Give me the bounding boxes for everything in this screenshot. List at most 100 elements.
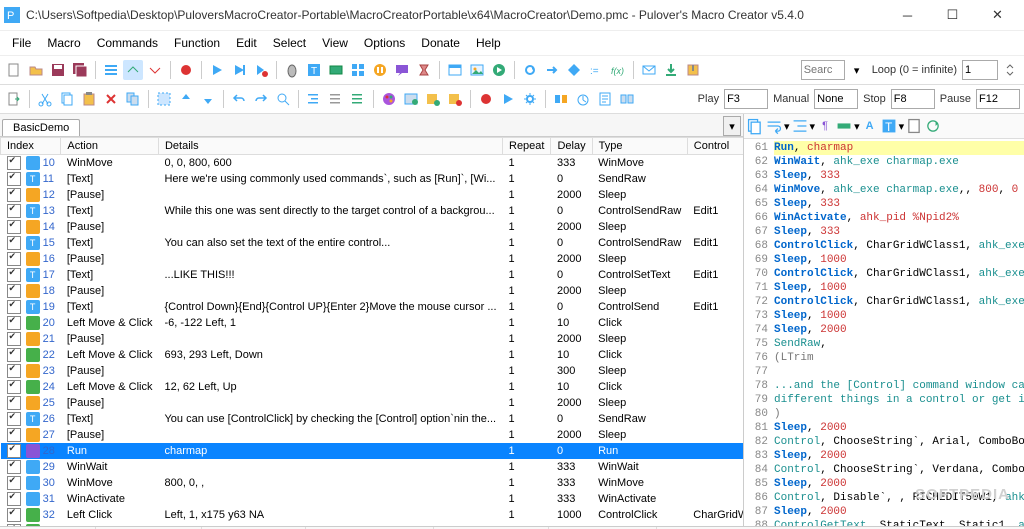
code-line[interactable]: 83Sleep, 2000: [744, 449, 1024, 463]
row-checkbox[interactable]: [7, 428, 21, 442]
code-line[interactable]: 65Sleep, 333: [744, 197, 1024, 211]
row-checkbox[interactable]: [7, 220, 21, 234]
move-up-icon[interactable]: [176, 89, 196, 109]
table-row[interactable]: 14[Pause]12000Sleep: [1, 219, 744, 235]
play-once-icon[interactable]: [229, 60, 249, 80]
table-row[interactable]: 21[Pause]12000Sleep: [1, 331, 744, 347]
comment-icon[interactable]: [326, 89, 346, 109]
row-checkbox[interactable]: [7, 172, 21, 186]
code-line[interactable]: 81Sleep, 2000: [744, 421, 1024, 435]
row-checkbox[interactable]: [7, 156, 21, 170]
macro-grid[interactable]: IndexActionDetailsRepeatDelayTypeControl…: [0, 137, 743, 526]
menu-options[interactable]: Options: [356, 34, 413, 52]
new-icon[interactable]: [4, 60, 24, 80]
open-icon[interactable]: [26, 60, 46, 80]
table-row[interactable]: 24Left Move & Click12, 62 Left, Up110Cli…: [1, 379, 744, 395]
cut-icon[interactable]: [35, 89, 55, 109]
code-line[interactable]: 76(LTrim: [744, 351, 1024, 365]
tab-dropdown-icon[interactable]: ▾: [723, 116, 741, 136]
play-until-icon[interactable]: [251, 60, 271, 80]
col-repeat[interactable]: Repeat: [503, 138, 551, 155]
command-remove-icon[interactable]: [445, 89, 465, 109]
copy-code-icon[interactable]: [746, 117, 764, 135]
if-icon[interactable]: [564, 60, 584, 80]
menu-view[interactable]: View: [314, 34, 356, 52]
expand-icon[interactable]: [145, 60, 165, 80]
mouse-icon[interactable]: [282, 60, 302, 80]
grid-icon[interactable]: [348, 60, 368, 80]
timer-settings-icon[interactable]: [573, 89, 593, 109]
row-checkbox[interactable]: [7, 460, 21, 474]
menu-commands[interactable]: Commands: [89, 34, 166, 52]
code-line[interactable]: 88ControlGetText, StaticText, Static1, a…: [744, 519, 1024, 526]
play-settings-icon[interactable]: [498, 89, 518, 109]
find-icon[interactable]: [273, 89, 293, 109]
minimize-button[interactable]: ─: [885, 1, 930, 29]
table-row[interactable]: 25[Pause]12000Sleep: [1, 395, 744, 411]
row-checkbox[interactable]: [7, 236, 21, 250]
indent-code-icon[interactable]: [791, 117, 809, 135]
table-row[interactable]: 12[Pause]12000Sleep: [1, 187, 744, 203]
code-line[interactable]: 74Sleep, 2000: [744, 323, 1024, 337]
save-all-icon[interactable]: [70, 60, 90, 80]
image-icon[interactable]: [467, 60, 487, 80]
loop-input[interactable]: [962, 60, 998, 80]
code-line[interactable]: 68ControlClick, CharGridWClass1, ahk_exe…: [744, 239, 1024, 253]
export-icon[interactable]: [4, 89, 24, 109]
col-type[interactable]: Type: [592, 138, 687, 155]
row-checkbox[interactable]: [7, 348, 21, 362]
code-line[interactable]: 75SendRaw,: [744, 337, 1024, 351]
message-icon[interactable]: [392, 60, 412, 80]
code-line[interactable]: 77: [744, 365, 1024, 379]
indent-icon[interactable]: [304, 89, 324, 109]
row-checkbox[interactable]: [7, 444, 21, 458]
stop-hotkey-input[interactable]: [891, 89, 935, 109]
code-line[interactable]: 64WinMove, ahk_exe charmap.exe,, 800, 0: [744, 183, 1024, 197]
goto-icon[interactable]: [542, 60, 562, 80]
search-input[interactable]: [801, 60, 845, 80]
settings-icon[interactable]: [520, 89, 540, 109]
record-icon[interactable]: [176, 60, 196, 80]
code-line[interactable]: 87Sleep, 2000: [744, 505, 1024, 519]
delete-icon[interactable]: [101, 89, 121, 109]
table-row[interactable]: 31WinActivate1333WinActivate: [1, 491, 744, 507]
col-delay[interactable]: Delay: [551, 138, 592, 155]
control-icon[interactable]: [326, 60, 346, 80]
code-line[interactable]: 82Control, ChooseString`, Arial, ComboBo…: [744, 435, 1024, 449]
code-line[interactable]: 70ControlClick, CharGridWClass1, ahk_exe…: [744, 267, 1024, 281]
pause-hotkey-input[interactable]: [976, 89, 1020, 109]
select-all-icon[interactable]: [154, 89, 174, 109]
groups-icon[interactable]: [617, 89, 637, 109]
context-icon[interactable]: [595, 89, 615, 109]
download-icon[interactable]: [661, 60, 681, 80]
manual-hotkey-input[interactable]: [814, 89, 858, 109]
table-row[interactable]: 28Runcharmap10Run: [1, 443, 744, 459]
row-checkbox[interactable]: [7, 492, 21, 506]
maximize-button[interactable]: ☐: [930, 1, 975, 29]
new-code-icon[interactable]: [905, 117, 923, 135]
row-checkbox[interactable]: [7, 524, 21, 526]
copy-icon[interactable]: [57, 89, 77, 109]
menu-help[interactable]: Help: [468, 34, 509, 52]
table-row[interactable]: T 17[Text]...LIKE THIS!!!10ControlSetTex…: [1, 267, 744, 283]
table-row[interactable]: 29WinWait1333WinWait: [1, 459, 744, 475]
code-line[interactable]: 79different things in a control or get i…: [744, 393, 1024, 407]
code-line[interactable]: 71Sleep, 1000: [744, 281, 1024, 295]
timer-icon[interactable]: [414, 60, 434, 80]
menu-macro[interactable]: Macro: [39, 34, 88, 52]
table-row[interactable]: 10WinMove0, 0, 800, 6001333WinMove: [1, 155, 744, 172]
play-icon[interactable]: [207, 60, 227, 80]
col-details[interactable]: Details: [158, 138, 502, 155]
screenshot-icon[interactable]: [401, 89, 421, 109]
tab-width-icon[interactable]: T: [880, 117, 898, 135]
duplicate-icon[interactable]: [123, 89, 143, 109]
tab-basicdemo[interactable]: BasicDemo: [2, 119, 80, 136]
loop-icon[interactable]: [520, 60, 540, 80]
table-row[interactable]: 20Left Move & Click-6, -122 Left, 1110Cl…: [1, 315, 744, 331]
code-line[interactable]: 69Sleep, 1000: [744, 253, 1024, 267]
table-row[interactable]: T 11[Text]Here we're using commonly used…: [1, 171, 744, 187]
table-row[interactable]: 33Left ClickLeft, 1, x106 y61 NA11000Con…: [1, 523, 744, 526]
table-row[interactable]: T 19[Text]{Control Down}{End}{Control UP…: [1, 299, 744, 315]
menu-edit[interactable]: Edit: [228, 34, 265, 52]
row-checkbox[interactable]: [7, 284, 21, 298]
